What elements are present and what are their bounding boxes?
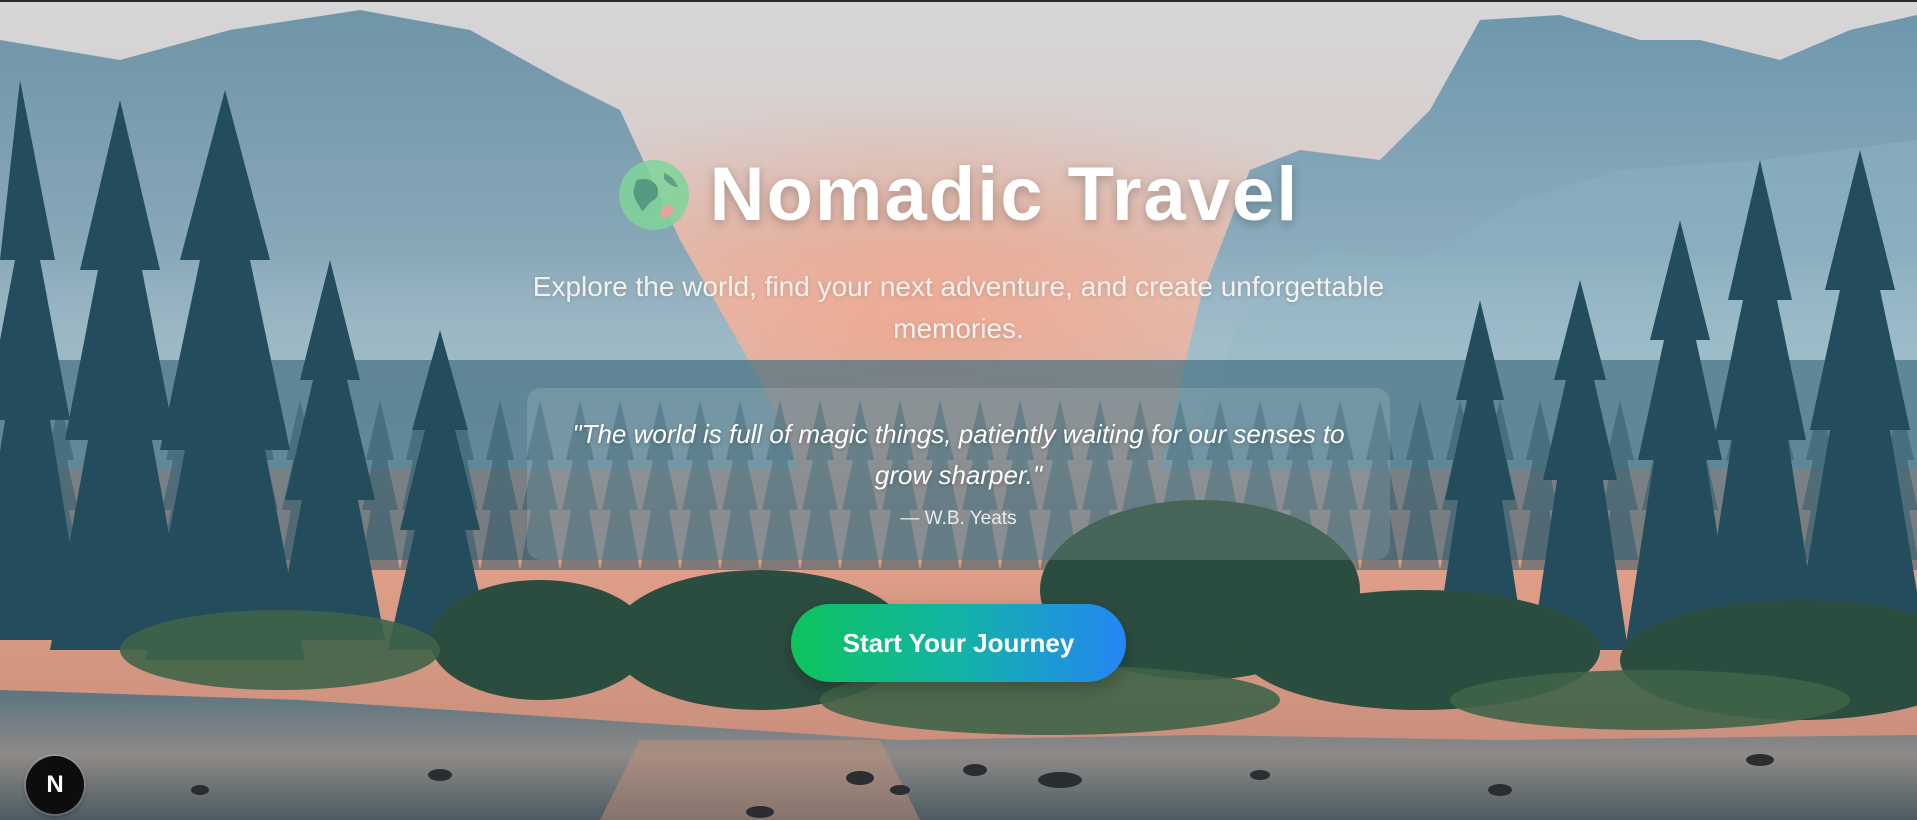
quote-card: "The world is full of magic things, pati… bbox=[527, 388, 1390, 560]
site-title: Nomadic Travel bbox=[709, 152, 1300, 237]
brand-header: Nomadic Travel bbox=[0, 150, 1917, 240]
quote-author: — W.B. Yeats bbox=[900, 508, 1017, 529]
hero-section: Nomadic Travel Explore the world, find y… bbox=[0, 0, 1917, 820]
globe-icon bbox=[618, 160, 689, 230]
nextjs-logo-icon[interactable]: N bbox=[26, 756, 84, 814]
hero-content: Nomadic Travel Explore the world, find y… bbox=[0, 0, 1917, 820]
start-journey-button[interactable]: Start Your Journey bbox=[791, 604, 1126, 682]
quote-text: "The world is full of magic things, pati… bbox=[572, 419, 1345, 490]
dev-badge-label: N bbox=[46, 771, 64, 798]
top-border bbox=[0, 0, 1917, 2]
hero-tagline: Explore the world, find your next advent… bbox=[532, 271, 1385, 344]
